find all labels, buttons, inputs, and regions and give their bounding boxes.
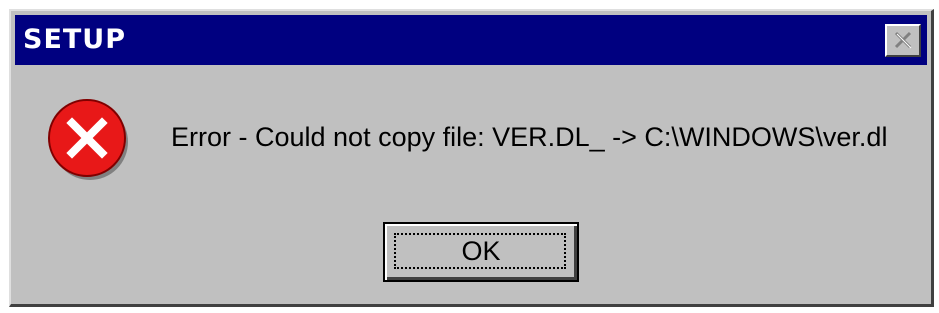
- ok-button[interactable]: OK: [383, 222, 579, 282]
- setup-dialog: SETUP Error - Could not copy file: VER.D…: [9, 9, 934, 307]
- error-message: Error - Could not copy file: VER.DL_ -> …: [171, 122, 888, 152]
- close-icon: [894, 31, 912, 49]
- window-title: SETUP: [23, 24, 127, 55]
- ok-button-label: OK: [461, 236, 501, 266]
- error-icon: [44, 95, 134, 185]
- close-button[interactable]: [885, 24, 921, 57]
- title-bar[interactable]: SETUP: [15, 15, 927, 65]
